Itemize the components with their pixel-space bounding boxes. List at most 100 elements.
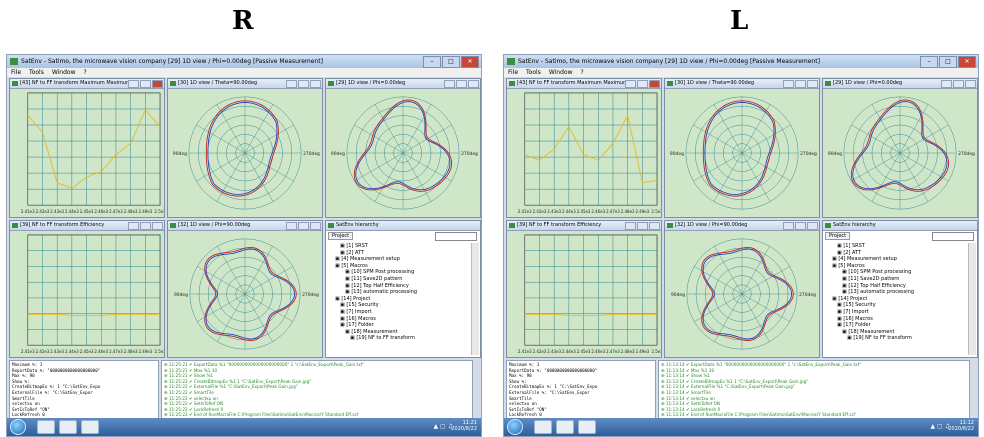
- tree-item[interactable]: ▣ [10] SPM Post processing: [827, 269, 967, 276]
- tree-item[interactable]: ▣ [11] Save2D pattern: [330, 276, 470, 283]
- pane-max-button[interactable]: [795, 80, 806, 88]
- tree-item[interactable]: ▣ [17] Folder: [330, 322, 470, 329]
- hierarchy-tree[interactable]: ▣ [1] SRST ▣ [2] ATT ▣ [4] Measurement set…: [330, 243, 470, 357]
- tree-item[interactable]: ▣ [12] Top Half Efficiency: [827, 283, 967, 290]
- tree-item[interactable]: ▣ [4] Measurement setup: [827, 256, 967, 263]
- pane-close-button[interactable]: [468, 80, 479, 88]
- pane-polar-phi0[interactable]: [29] 1D view / Phi=0.00deg 90deg 270deg: [822, 78, 978, 218]
- pane-efficiency[interactable]: [39] NF to FF transform Efficiency 2.41e…: [9, 220, 165, 358]
- menu-window[interactable]: Window: [549, 68, 573, 77]
- tree-item[interactable]: ▣ [7] Import: [827, 309, 967, 316]
- system-tray[interactable]: ▲ ▢ ♫: [434, 423, 453, 430]
- tree-item[interactable]: ▣ [15] Security: [330, 302, 470, 309]
- pane-min-button[interactable]: [783, 80, 794, 88]
- pane-close-button[interactable]: [310, 80, 321, 88]
- pane-close-button[interactable]: [310, 222, 321, 230]
- menu-tools[interactable]: Tools: [29, 68, 44, 77]
- taskbar-explorer-icon[interactable]: [556, 420, 574, 434]
- tree-item[interactable]: ▣ [13] automatic processing: [330, 289, 470, 296]
- taskbar-explorer-icon[interactable]: [59, 420, 77, 434]
- tree-item[interactable]: ▣ [1] SRST: [330, 243, 470, 250]
- system-tray[interactable]: ▲ ▢ ♫: [931, 423, 950, 430]
- project-select[interactable]: [932, 232, 974, 241]
- pane-close-button[interactable]: [152, 80, 163, 88]
- tree-item[interactable]: ▣ [16] Macros: [827, 316, 967, 323]
- pane-min-button[interactable]: [783, 222, 794, 230]
- tree-item[interactable]: ▣ [19] NF to FF transform: [330, 335, 470, 342]
- pane-close-button[interactable]: [649, 80, 660, 88]
- clock[interactable]: 11:12 2020/8/22: [948, 420, 974, 432]
- hierarchy-tree[interactable]: ▣ [1] SRST ▣ [2] ATT ▣ [4] Measurement set…: [827, 243, 967, 357]
- pane-hierarchy[interactable]: SatEnv hierarchy Project ▣ [1] SRST ▣ [2]…: [822, 220, 978, 358]
- pane-efficiency[interactable]: [39] NF to FF transform Efficiency 2.41e…: [506, 220, 662, 358]
- pane-max-button[interactable]: [953, 80, 964, 88]
- pane-close-button[interactable]: [807, 222, 818, 230]
- start-button[interactable]: [507, 419, 523, 435]
- tree-item[interactable]: ▣ [15] Security: [827, 302, 967, 309]
- tree-item[interactable]: ▣ [1] SRST: [827, 243, 967, 250]
- tree-item[interactable]: ▣ [5] Macros: [330, 263, 470, 270]
- tree-item[interactable]: ▣ [12] Top Half Efficiency: [330, 283, 470, 290]
- start-button[interactable]: [10, 419, 26, 435]
- menu-window[interactable]: Window: [52, 68, 76, 77]
- project-select[interactable]: [435, 232, 477, 241]
- pane-max-button[interactable]: [637, 80, 648, 88]
- maximize-button[interactable]: □: [442, 56, 460, 68]
- pane-max-button[interactable]: [298, 80, 309, 88]
- pane-hierarchy[interactable]: SatEnv hierarchy Project ▣ [1] SRST ▣ [2]…: [325, 220, 481, 358]
- pane-max-button[interactable]: [140, 80, 151, 88]
- tree-item[interactable]: ▣ [14] Project: [330, 296, 470, 303]
- pane-min-button[interactable]: [625, 80, 636, 88]
- tree-item[interactable]: ▣ [18] Measurement: [827, 329, 967, 336]
- tree-item[interactable]: ▣ [14] Project: [827, 296, 967, 303]
- pane-min-button[interactable]: [941, 80, 952, 88]
- minimize-button[interactable]: –: [920, 56, 938, 68]
- menu-tools[interactable]: Tools: [526, 68, 541, 77]
- pane-min-button[interactable]: [128, 222, 139, 230]
- tree-item[interactable]: ▣ [2] ATT: [827, 250, 967, 257]
- command-console[interactable]: Maximum %: 1 ReportData %: "0000000000000…: [9, 360, 159, 420]
- pane-max-gain[interactable]: [43] NF to FF transform Maximum Maximum …: [506, 78, 662, 218]
- menu-help[interactable]: ?: [581, 68, 584, 77]
- tree-item[interactable]: ▣ [11] Save2D pattern: [827, 276, 967, 283]
- pane-min-button[interactable]: [128, 80, 139, 88]
- pane-close-button[interactable]: [152, 222, 163, 230]
- taskbar-media-icon[interactable]: [578, 420, 596, 434]
- pane-max-button[interactable]: [298, 222, 309, 230]
- pane-close-button[interactable]: [965, 80, 976, 88]
- pane-polar-phi90[interactable]: [32] 1D view / Phi=90.00deg 90deg 270deg: [664, 220, 820, 358]
- close-button[interactable]: ✕: [958, 56, 976, 68]
- pane-min-button[interactable]: [625, 222, 636, 230]
- pane-close-button[interactable]: [649, 222, 660, 230]
- tree-item[interactable]: ▣ [4] Measurement setup: [330, 256, 470, 263]
- pane-max-button[interactable]: [456, 80, 467, 88]
- menu-file[interactable]: File: [11, 68, 21, 77]
- tree-item[interactable]: ▣ [18] Measurement: [330, 329, 470, 336]
- command-console[interactable]: Maximum %: 1 ReportData %: "0000000000000…: [506, 360, 656, 420]
- tree-item[interactable]: ▣ [16] Macros: [330, 316, 470, 323]
- tree-scrollbar[interactable]: [471, 243, 479, 355]
- pane-min-button[interactable]: [286, 222, 297, 230]
- tab-project[interactable]: Project: [328, 232, 354, 240]
- taskbar-app-icon[interactable]: [37, 420, 55, 434]
- pane-min-button[interactable]: [286, 80, 297, 88]
- tree-item[interactable]: ▣ [19] NF to FF transform: [827, 335, 967, 342]
- pane-polar-theta90[interactable]: [30] 1D view / Theta=90.00deg 90deg 270de…: [664, 78, 820, 218]
- taskbar-app-icon[interactable]: [534, 420, 552, 434]
- pane-max-button[interactable]: [637, 222, 648, 230]
- menu-file[interactable]: File: [508, 68, 518, 77]
- tab-project[interactable]: Project: [825, 232, 851, 240]
- pane-polar-theta90[interactable]: [30] 1D view / Theta=90.00deg 90deg 270de…: [167, 78, 323, 218]
- pane-max-button[interactable]: [795, 222, 806, 230]
- tree-item[interactable]: ▣ [2] ATT: [330, 250, 470, 257]
- pane-max-button[interactable]: [140, 222, 151, 230]
- tree-item[interactable]: ▣ [7] Import: [330, 309, 470, 316]
- pane-polar-phi0[interactable]: [29] 1D view / Phi=0.00deg 90deg 270deg: [325, 78, 481, 218]
- pane-min-button[interactable]: [444, 80, 455, 88]
- taskbar-media-icon[interactable]: [81, 420, 99, 434]
- tree-item[interactable]: ▣ [5] Macros: [827, 263, 967, 270]
- minimize-button[interactable]: –: [423, 56, 441, 68]
- tree-item[interactable]: ▣ [13] automatic processing: [827, 289, 967, 296]
- maximize-button[interactable]: □: [939, 56, 957, 68]
- tree-scrollbar[interactable]: [968, 243, 976, 355]
